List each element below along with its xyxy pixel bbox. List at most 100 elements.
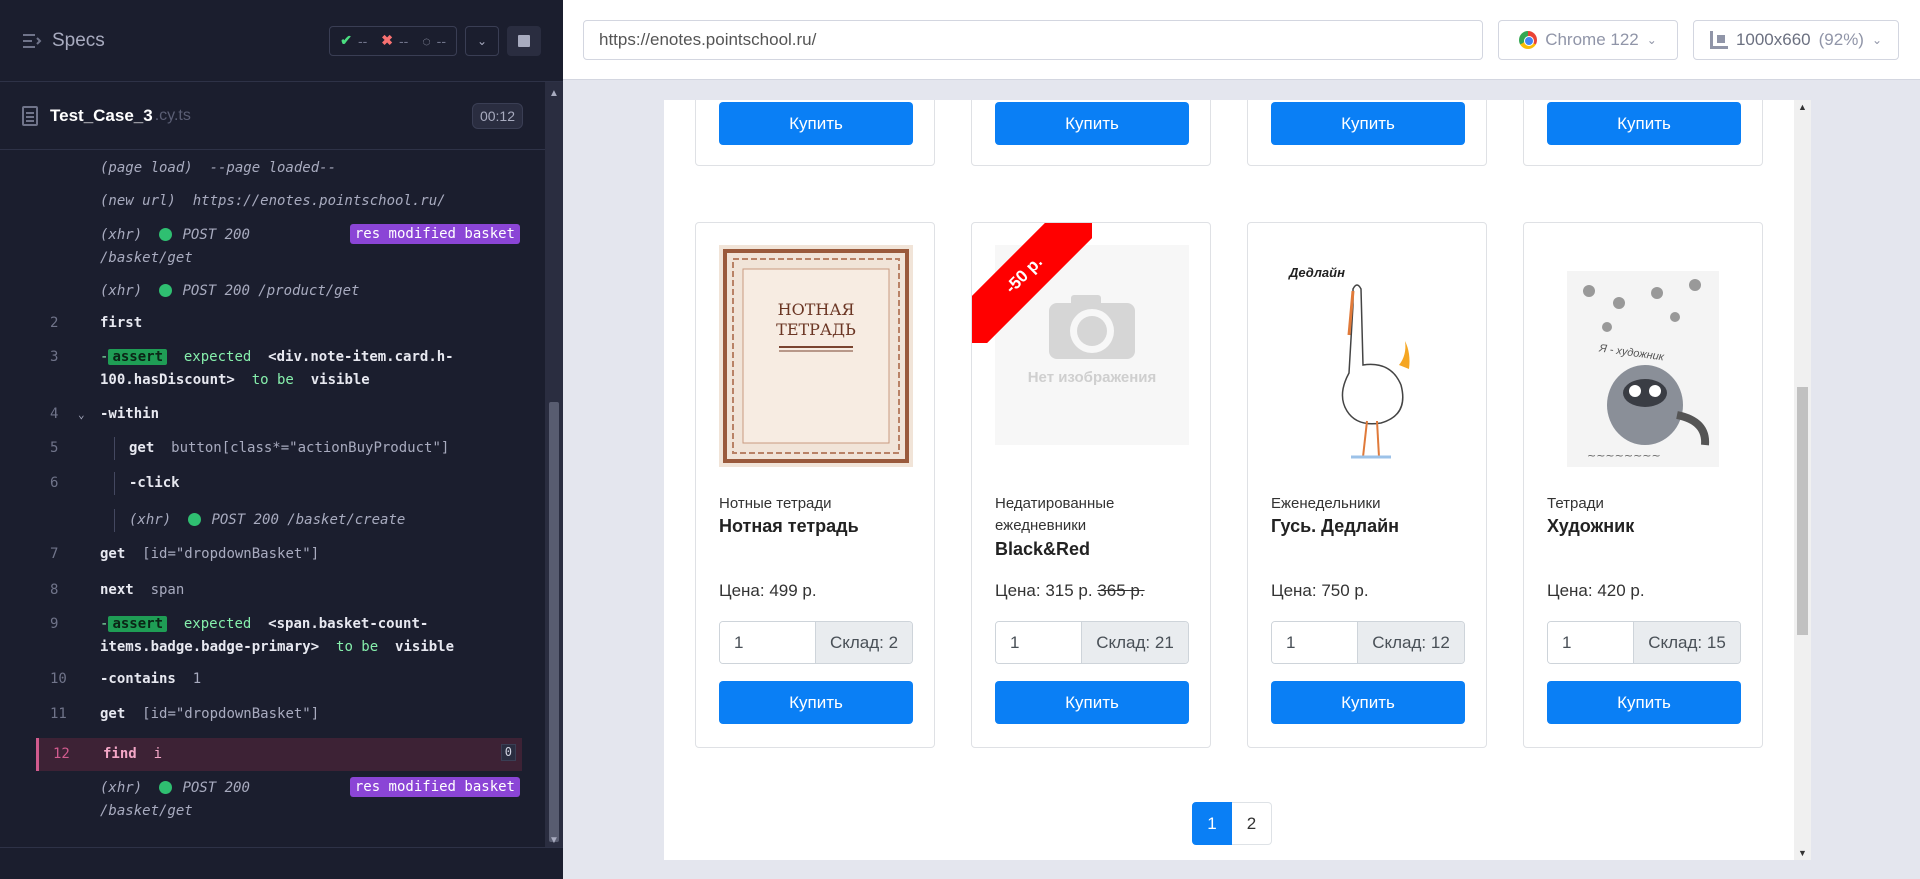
discount-label: -50 р. — [972, 223, 1092, 343]
command-name: -click — [129, 475, 180, 491]
quantity-input[interactable] — [996, 622, 1082, 663]
specs-list-icon[interactable] — [22, 32, 44, 50]
command-row[interactable]: 9 - assert expected <span.basket-count-it… — [36, 613, 522, 668]
buy-button[interactable]: Купить — [995, 102, 1189, 145]
app-viewport: Купить Купить Купить Купить НОТНАЯ ТЕТРА… — [664, 100, 1811, 860]
price-value: Цена: 750 р. — [1271, 581, 1369, 600]
chevron-down-icon: ⌄ — [1646, 32, 1657, 47]
product-name[interactable]: Black&Red — [995, 539, 1090, 560]
command-row[interactable]: 7 get [id="dropdownBasket"] — [36, 543, 522, 579]
command-row[interactable]: 5 get button[class*="actionBuyProduct"] — [36, 437, 522, 472]
command-number: 9 — [50, 616, 59, 632]
command-row[interactable]: (xhr) POST 200 /basket/get res modified … — [36, 771, 522, 829]
command-row[interactable]: 2 first — [36, 312, 522, 346]
scroll-up-icon[interactable]: ▲ — [1798, 102, 1807, 112]
scroll-up-icon[interactable]: ▲ — [549, 88, 559, 99]
passed-count: -- — [357, 32, 368, 49]
command-method: POST 200 /product/get — [182, 283, 360, 299]
spec-name[interactable]: Test_Case_3 — [50, 106, 153, 126]
browser-selector[interactable]: Chrome 122 ⌄ — [1498, 19, 1678, 60]
product-name[interactable]: Художник — [1547, 516, 1634, 537]
page-1[interactable]: 1 — [1192, 802, 1232, 845]
quantity-input[interactable] — [720, 622, 816, 663]
product-category: Недатированные ежедневники — [995, 495, 1115, 534]
auto-scroll-button[interactable]: ⌄ — [465, 25, 499, 56]
command-type: (page load) — [100, 160, 193, 176]
command-name: get — [100, 706, 126, 722]
scrollbar-thumb[interactable] — [549, 402, 559, 842]
run-stats: ✔ -- ✖ -- ◌ -- ⌄ — [329, 25, 541, 56]
command-name: next — [100, 582, 134, 598]
status-dot-icon — [188, 513, 202, 526]
stop-icon — [518, 34, 530, 47]
buy-button[interactable]: Купить — [995, 681, 1189, 724]
nested-command: (xhr) POST 200 /basket/create — [114, 509, 522, 532]
specs-title[interactable]: Specs — [52, 30, 105, 52]
stock-badge: Склад: 2 — [816, 622, 912, 663]
viewport-info[interactable]: 1000x660 (92%) ⌄ — [1693, 19, 1899, 60]
reporter-scrollbar[interactable]: ▲ ▼ — [545, 82, 563, 852]
stock-badge: Склад: 15 — [1634, 622, 1740, 663]
command-name: -contains — [100, 671, 176, 687]
cover-title: НОТНАЯ ТЕТРАДЬ — [776, 300, 856, 339]
command-method: POST 200 — [182, 780, 250, 796]
intercept-badge[interactable]: res modified basket — [349, 224, 520, 244]
command-row[interactable]: (xhr) POST 200 /basket/get res modified … — [36, 222, 522, 280]
element-count-badge: 0 — [500, 744, 516, 761]
product-price: Цена: 750 р. — [1271, 581, 1369, 601]
scrollbar-thumb[interactable] — [1797, 387, 1808, 635]
product-card: НОТНАЯ ТЕТРАДЬ Нотные тетради Нотная тет… — [695, 222, 935, 748]
command-row[interactable]: 11 get [id="dropdownBasket"] — [36, 703, 522, 738]
command-number: 10 — [50, 671, 67, 687]
spec-extension: .cy.ts — [154, 106, 191, 124]
command-method: POST 200 /basket/create — [211, 512, 406, 528]
command-arg: 1 — [192, 671, 202, 687]
buy-button[interactable]: Купить — [1271, 681, 1465, 724]
product-name[interactable]: Гусь. Дедлайн — [1271, 516, 1399, 537]
product-name[interactable]: Нотная тетрадь — [719, 516, 859, 537]
buy-button[interactable]: Купить — [719, 681, 913, 724]
command-row[interactable]: (page load) --page loaded-- — [36, 152, 522, 185]
command-arg: span — [150, 582, 185, 598]
quantity-input[interactable] — [1548, 622, 1634, 663]
product-card: Нет изображения -50 р. Недатированные еж… — [971, 222, 1211, 748]
viewport-size: 1000x660 — [1735, 29, 1811, 49]
scroll-down-icon[interactable]: ▼ — [549, 835, 559, 846]
assert-to-be: to be — [251, 372, 294, 388]
scroll-down-icon[interactable]: ▼ — [1798, 848, 1807, 858]
product-price: Цена: 499 р. — [719, 581, 817, 601]
collapse-chevron-icon[interactable]: ⌄ — [78, 403, 85, 426]
buy-button[interactable]: Купить — [1271, 102, 1465, 145]
command-arg: [id="dropdownBasket"] — [142, 546, 320, 562]
old-price: 365 р. — [1097, 581, 1145, 600]
quantity-input[interactable] — [1272, 622, 1358, 663]
command-row[interactable]: 3 - assert expected <div.note-item.card.h… — [36, 346, 522, 403]
stop-button[interactable] — [507, 25, 541, 56]
command-row[interactable]: 10 -contains 1 — [36, 668, 522, 703]
command-row[interactable]: 4 ⌄ -within — [36, 403, 522, 437]
stock-badge: Склад: 12 — [1358, 622, 1464, 663]
command-row-active[interactable]: 12 find i 0 — [36, 738, 522, 771]
buy-button[interactable]: Купить — [1547, 681, 1741, 724]
page-scrollbar[interactable]: ▲ ▼ — [1794, 100, 1811, 860]
chevron-down-icon: ⌄ — [1871, 32, 1883, 47]
product-card: ~~~~~~~~ Я - художник Тетради Художник Ц… — [1523, 222, 1763, 748]
command-row[interactable]: 6 -click — [36, 472, 522, 509]
reporter-header: Specs ✔ -- ✖ -- ◌ -- ⌄ — [0, 0, 563, 82]
command-row[interactable]: 8 next span — [36, 579, 522, 613]
command-row[interactable]: (new url) https://enotes.pointschool.ru/ — [36, 185, 522, 222]
url-field[interactable]: https://enotes.pointschool.ru/ — [583, 19, 1483, 60]
assert-to-be: to be — [336, 639, 379, 655]
product-image: ~~~~~~~~ Я - художник — [1547, 245, 1741, 467]
viewport-zoom: (92%) — [1818, 29, 1864, 49]
intercept-badge[interactable]: res modified basket — [349, 777, 520, 797]
buy-button[interactable]: Купить — [719, 102, 913, 145]
price-value: Цена: 315 р. — [995, 581, 1093, 600]
command-row[interactable]: (xhr) POST 200 /product/get — [36, 280, 522, 312]
passed-stat: ✔ -- — [340, 32, 367, 49]
pagination: 1 2 — [1192, 802, 1272, 845]
command-row[interactable]: (xhr) POST 200 /basket/create — [36, 509, 522, 543]
page-2[interactable]: 2 — [1232, 802, 1272, 845]
assert-tag: assert — [108, 616, 168, 632]
buy-button[interactable]: Купить — [1547, 102, 1741, 145]
